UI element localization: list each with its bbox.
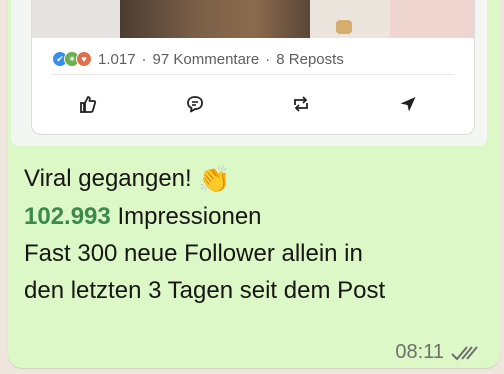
repost-icon — [294, 95, 309, 112]
comment-icon — [186, 95, 203, 112]
post-image — [32, 0, 474, 38]
message-time: 08:11 — [395, 341, 444, 363]
message-line-1: Viral gegangen! 👏 — [24, 164, 231, 195]
repost-button[interactable] — [291, 94, 311, 119]
comment-button[interactable] — [185, 94, 205, 119]
comments-count[interactable]: 97 Kommentare — [153, 51, 260, 68]
double-check-icon — [451, 345, 478, 360]
message-line-2: 102.993 Impressionen — [24, 198, 484, 235]
like-button[interactable] — [78, 94, 98, 119]
impressions-number: 102.993 — [24, 203, 111, 231]
impressions-label: Impressionen — [117, 203, 262, 231]
message-meta: 08:11 — [395, 341, 482, 364]
send-button[interactable] — [398, 94, 418, 119]
separator: · — [265, 50, 271, 68]
message-line-4: den letzten 3 Tagen seit dem Post — [24, 277, 386, 305]
reactions-count[interactable]: 1.017 — [98, 51, 136, 68]
linkedin-post-card[interactable]: ✔ ✶ ♥ 1.017 · 97 Kommentare · 8 Reposts — [31, 0, 475, 135]
message-text: Viral gegangen! 👏 102.993 Impressionen F… — [24, 160, 484, 309]
love-reaction-icon: ♥ — [76, 51, 92, 67]
reposts-count[interactable]: 8 Reposts — [276, 51, 344, 68]
separator: · — [141, 50, 147, 68]
divider — [52, 74, 454, 75]
reaction-icons: ✔ ✶ ♥ — [52, 51, 92, 67]
message-line-3: Fast 300 neue Follower allein in — [24, 240, 363, 268]
post-stats: ✔ ✶ ♥ 1.017 · 97 Kommentare · 8 Reposts — [52, 50, 344, 68]
clapping-hands-emoji: 👏 — [198, 164, 231, 195]
like-icon — [80, 95, 97, 113]
post-actions — [78, 94, 418, 118]
send-icon — [400, 96, 416, 111]
